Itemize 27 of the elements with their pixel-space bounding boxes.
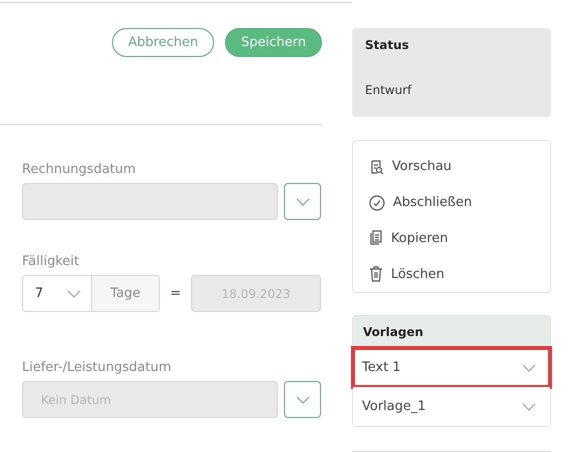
chevron-down-icon <box>66 290 81 298</box>
field-label: Fälligkeit <box>22 254 80 269</box>
field-label: Liefer-/Leistungsdatum <box>22 360 172 375</box>
trash-icon <box>369 266 383 282</box>
templates-title: Vorlagen <box>353 316 550 348</box>
check-circle-icon <box>369 194 385 211</box>
action-item[interactable]: Abschließen <box>369 184 550 220</box>
action-item[interactable]: Löschen <box>369 256 550 292</box>
chevron-down-icon <box>522 364 536 372</box>
equals-sign: = <box>170 286 182 301</box>
unit-label: Tage <box>92 275 160 312</box>
action-item[interactable]: Kopieren <box>369 220 550 256</box>
status-value: Entwurf <box>365 83 413 97</box>
days-select[interactable]: 7 <box>22 275 92 312</box>
date-field[interactable] <box>22 183 278 220</box>
copy-icon <box>369 230 383 246</box>
chevron-down-icon <box>296 198 310 206</box>
template-select[interactable]: Vorlage_1 <box>353 387 550 426</box>
template-select[interactable]: Text 1 <box>353 348 550 387</box>
document-search-icon <box>369 158 384 175</box>
dropdown-button[interactable] <box>284 183 321 220</box>
status-title: Status <box>365 38 410 52</box>
action-item[interactable]: Vorschau <box>369 149 550 185</box>
chevron-down-icon <box>522 402 536 410</box>
field-label: Rechnungsdatum <box>22 162 137 177</box>
dropdown-button[interactable] <box>284 381 321 418</box>
chevron-down-icon <box>296 396 310 404</box>
